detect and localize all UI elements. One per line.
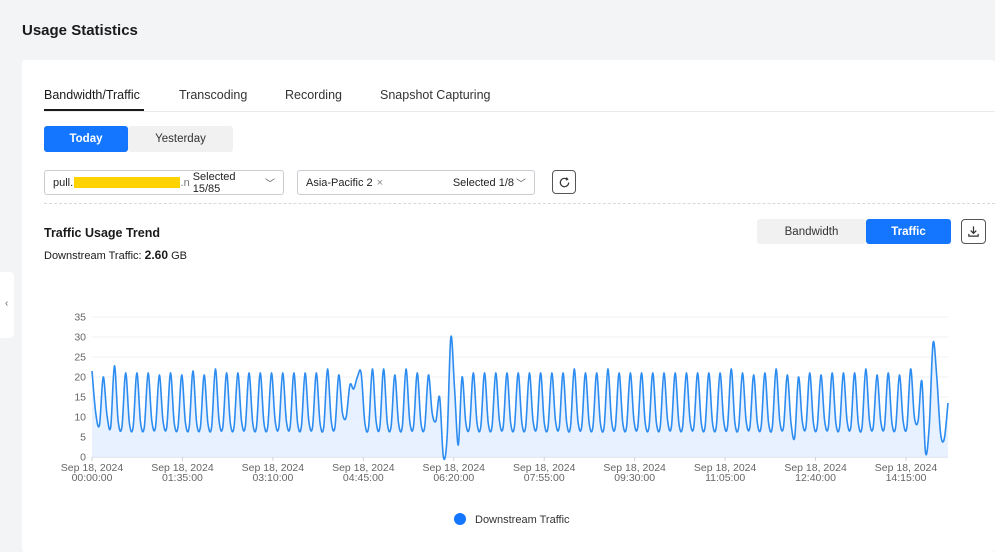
x-tick-time: 04:45:00 [343,472,384,484]
y-tick-label: 35 [74,312,86,324]
y-tick-label: 25 [74,352,86,364]
x-tick-time: 00:00:00 [72,472,113,484]
x-tick-time: 01:35:00 [162,472,203,484]
x-tick-time: 07:55:00 [524,472,565,484]
y-tick-label: 30 [74,332,86,344]
x-tick-time: 09:30:00 [614,472,655,484]
x-tick-time: 06:20:00 [433,472,474,484]
x-tick-time: 14:15:00 [886,472,927,484]
x-tick-time: 12:40:00 [795,472,836,484]
y-tick-label: 20 [74,372,86,384]
y-tick-label: 10 [74,412,86,424]
y-tick-label: 5 [80,432,86,444]
x-tick-time: 11:05:00 [705,472,745,484]
legend-label: Downstream Traffic [475,514,570,526]
y-tick-label: 15 [74,392,86,404]
legend-marker [454,513,466,525]
traffic-chart: 05101520253035Sep 18, 202400:00:00Sep 18… [61,312,949,526]
x-tick-time: 03:10:00 [252,472,293,484]
